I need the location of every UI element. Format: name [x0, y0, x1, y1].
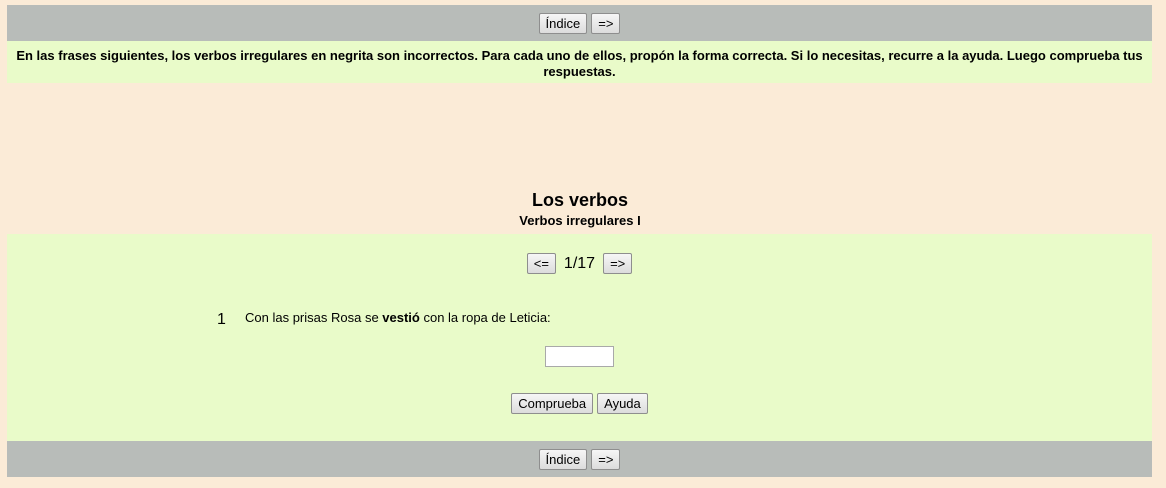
answer-input[interactable]: [545, 346, 614, 367]
top-navigation-bar: Índice =>: [7, 5, 1152, 41]
question-counter: 1/17: [563, 254, 596, 272]
instructions-text: En las frases siguientes, los verbos irr…: [7, 41, 1152, 83]
next-page-button[interactable]: =>: [591, 12, 621, 34]
previous-question-button[interactable]: <=: [526, 253, 556, 274]
help-button[interactable]: Ayuda: [597, 393, 648, 414]
bottom-next-page-button[interactable]: =>: [591, 448, 621, 470]
question-pager: <= 1/17 =>: [7, 253, 1152, 274]
page-subtitle: Verbos irregulares I: [519, 213, 641, 228]
question-number: 1: [217, 311, 226, 328]
question-text-after: con la ropa de Leticia:: [419, 310, 551, 325]
question-text-before: Con las prisas Rosa se: [245, 310, 383, 325]
exercise-panel: <= 1/17 => 1 Con las prisas Rosa se vest…: [7, 234, 1152, 441]
check-button[interactable]: Comprueba: [511, 393, 594, 414]
index-button[interactable]: Índice: [538, 12, 588, 34]
bottom-navigation-bar: Índice =>: [7, 441, 1152, 477]
bottom-index-button[interactable]: Índice: [538, 448, 588, 470]
question-sentence: Con las prisas Rosa se vestió con la rop…: [245, 310, 551, 325]
next-question-button[interactable]: =>: [603, 253, 633, 274]
question-actions: Comprueba Ayuda: [7, 393, 1152, 414]
page-title: Los verbos: [531, 190, 629, 210]
incorrect-verb: vestió: [382, 310, 420, 325]
